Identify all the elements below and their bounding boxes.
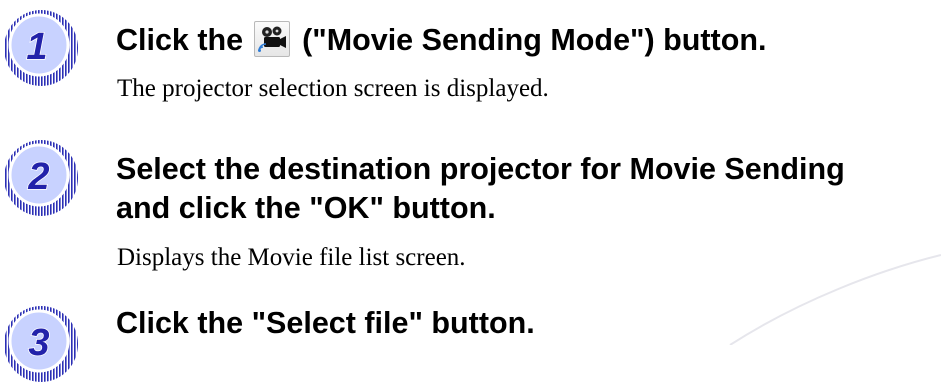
step-badge-2: 2 — [4, 140, 78, 216]
step-2-description: Displays the Movie file list screen. — [117, 244, 466, 271]
movie-sending-mode-icon — [253, 21, 290, 57]
step-1-description: The projector selection screen is displa… — [117, 75, 549, 102]
step-number-1: 1 — [26, 26, 47, 68]
step-3-title: Click the "Select file" button. — [116, 306, 535, 340]
step-1-title-before: Click the — [116, 23, 244, 57]
step-1-title-after: ("Movie Sending Mode") button. — [302, 23, 767, 57]
step-number-2: 2 — [27, 156, 49, 198]
step-badge-1: 1 — [4, 10, 78, 86]
step-number-3: 3 — [28, 322, 49, 364]
step-badge-3: 3 — [4, 306, 78, 382]
step-2-title-line-2: and click the "OK" button. — [116, 191, 496, 225]
step-2-title-line-1: Select the destination projector for Mov… — [116, 152, 845, 186]
step-1-title: Click the ("Movie Sending Mode") button. — [116, 19, 766, 61]
